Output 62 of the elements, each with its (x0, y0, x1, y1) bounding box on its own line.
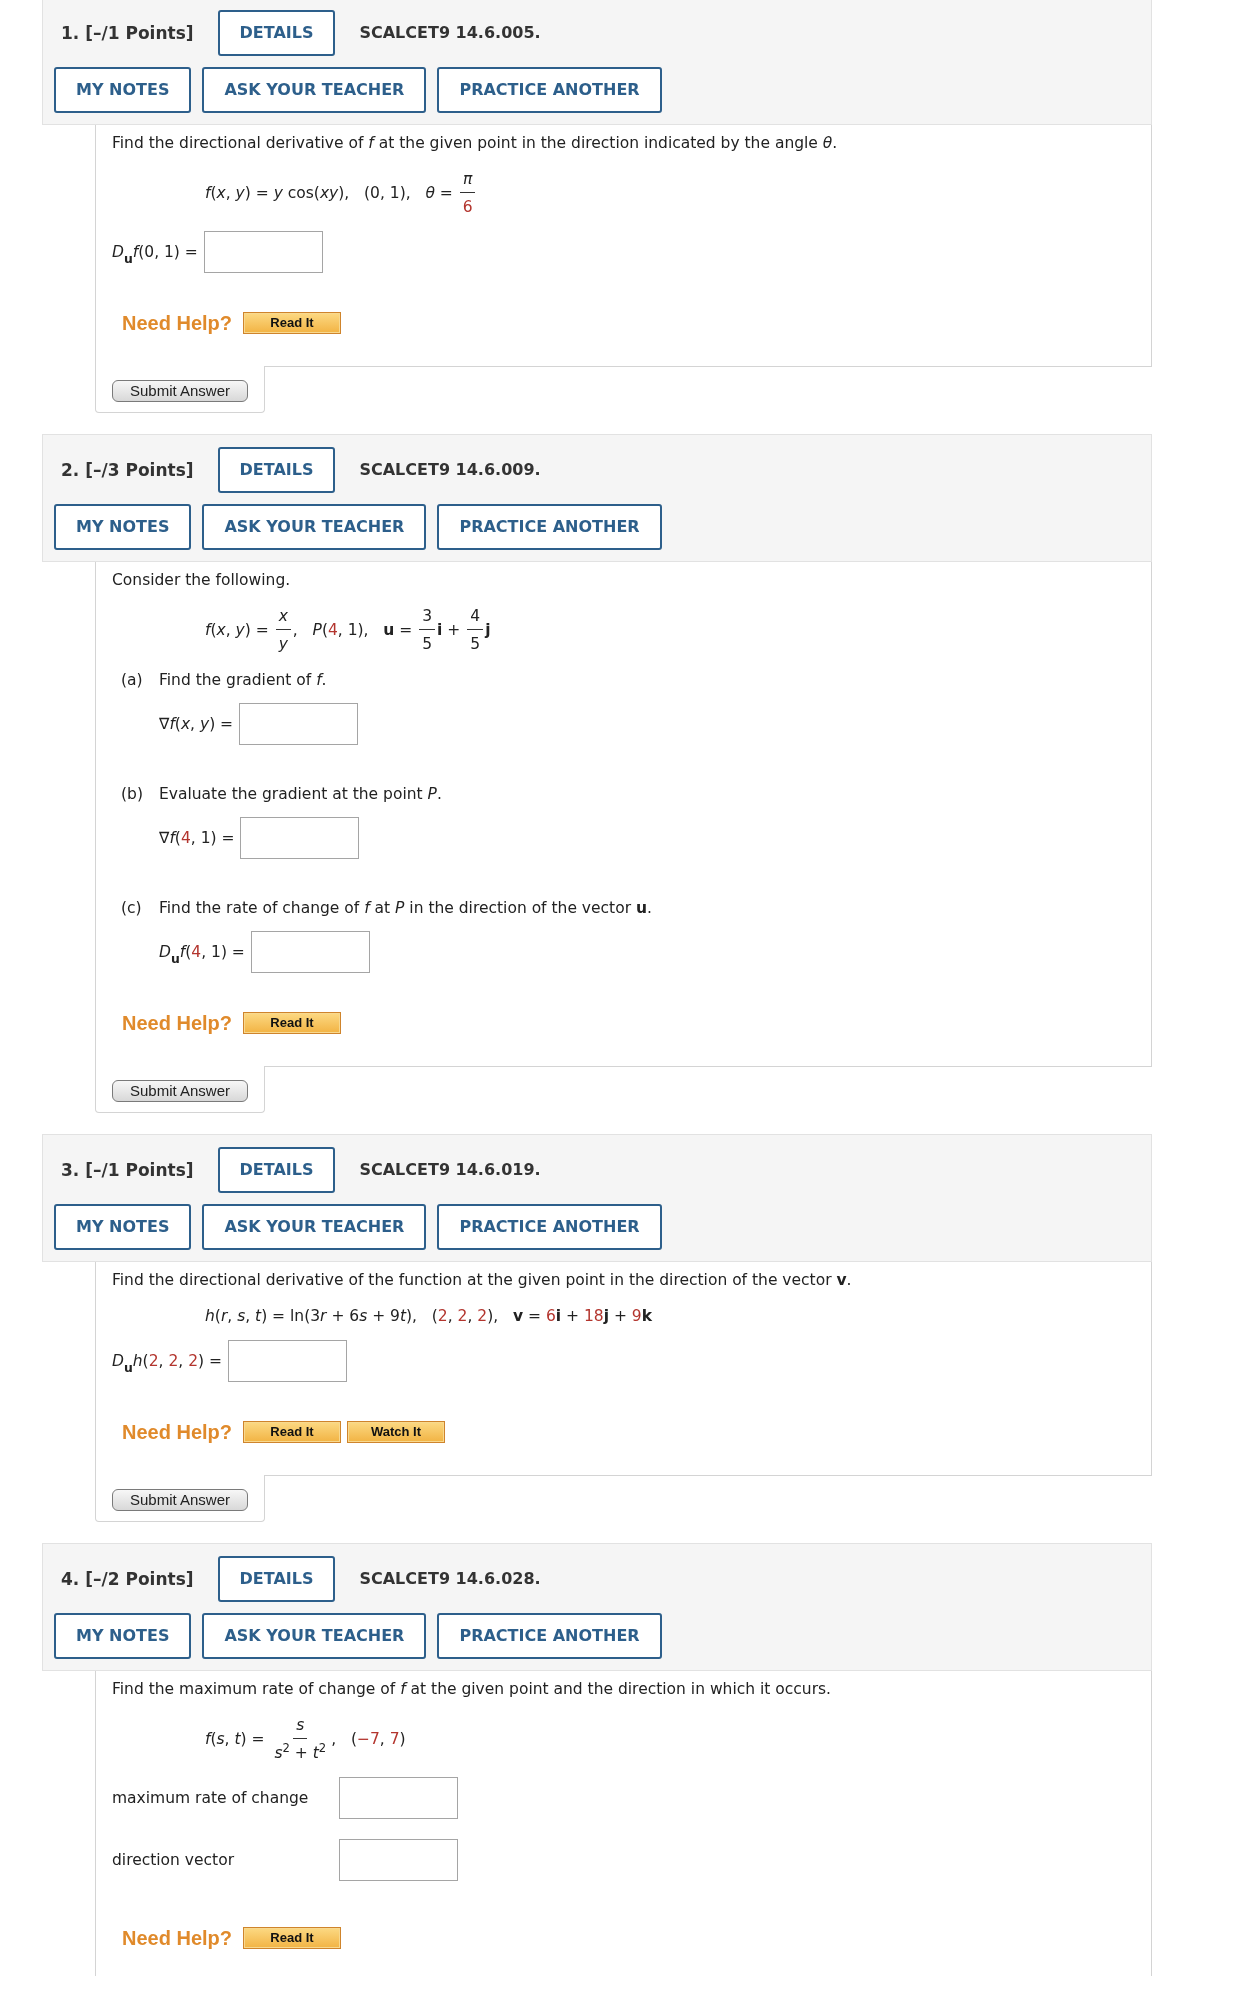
question-prompt: Find the directional derivative of f at the given point in the direction indicated by the angle θ. (112, 133, 839, 154)
answer-field[interactable] (250, 931, 370, 973)
my-notes-button[interactable]: MY NOTES (54, 1613, 192, 1659)
watch-it-button[interactable]: Watch It (347, 1421, 446, 1443)
my-notes-button[interactable]: MY NOTES (54, 67, 192, 113)
math-formula: f(s, t) = s s$^{2}$ + t$^{2}$ , (−7, 7) (204, 1714, 407, 1764)
ask-teacher-button[interactable]: ASK YOUR TEACHER (202, 1613, 427, 1659)
submit-answer-button[interactable]: Submit Answer (112, 380, 248, 402)
problem-code: SCALCET9 14.6.019. (359, 1159, 541, 1181)
problem-code: SCALCET9 14.6.009. (359, 459, 541, 481)
my-notes-button[interactable]: MY NOTES (54, 1204, 192, 1250)
problem-code: SCALCET9 14.6.005. (359, 22, 541, 44)
practice-another-button[interactable]: PRACTICE ANOTHER (437, 1613, 662, 1659)
answer-field[interactable] (203, 231, 323, 273)
details-button[interactable]: DETAILS (217, 1147, 336, 1193)
answer-field[interactable] (227, 1340, 347, 1382)
answer-label: D$_{u}$h(2, 2, 2) = (112, 1351, 222, 1372)
question-prompt: Consider the following. (112, 570, 292, 591)
need-help-label: Need Help? (122, 1011, 233, 1035)
part-letter: (c) (121, 898, 143, 919)
submit-answer-button[interactable]: Submit Answer (112, 1489, 248, 1511)
answer-label: ∇f(x, y) = (159, 714, 234, 735)
points-label: 1. [–/1 Points] (61, 22, 194, 44)
need-help-label: Need Help? (122, 1926, 233, 1950)
details-button[interactable]: DETAILS (217, 1556, 336, 1602)
part-prompt: Find the rate of change of f at P in the direction of the vector u. (159, 898, 652, 919)
ask-teacher-button[interactable]: ASK YOUR TEACHER (202, 67, 427, 113)
practice-another-button[interactable]: PRACTICE ANOTHER (437, 67, 662, 113)
need-help-label: Need Help? (122, 1420, 233, 1444)
read-it-button[interactable]: Read It (243, 1927, 342, 1949)
part-letter: (a) (121, 670, 144, 691)
my-notes-button[interactable]: MY NOTES (54, 504, 192, 550)
read-it-button[interactable]: Read It (243, 1012, 342, 1034)
details-button[interactable]: DETAILS (217, 447, 336, 493)
read-it-button[interactable]: Read It (243, 312, 342, 334)
answer-label: ∇f(4, 1) = (159, 828, 235, 849)
points-label: 2. [–/3 Points] (61, 459, 194, 481)
submit-answer-button[interactable]: Submit Answer (112, 1080, 248, 1102)
points-label: 3. [–/1 Points] (61, 1159, 194, 1181)
answer-label: maximum rate of change (112, 1788, 310, 1809)
read-it-button[interactable]: Read It (243, 1421, 342, 1443)
points-label: 4. [–/2 Points] (61, 1568, 194, 1590)
need-help-label: Need Help? (122, 311, 233, 335)
part-letter: (b) (121, 784, 144, 805)
answer-label: direction vector (112, 1850, 236, 1871)
ask-teacher-button[interactable]: ASK YOUR TEACHER (202, 504, 427, 550)
answer-field[interactable] (240, 817, 360, 859)
practice-another-button[interactable]: PRACTICE ANOTHER (437, 504, 662, 550)
answer-label: D$_{u}$f(0, 1) = (112, 242, 198, 263)
details-button[interactable]: DETAILS (217, 10, 336, 56)
problem-code: SCALCET9 14.6.028. (359, 1568, 541, 1590)
question-prompt: Find the directional derivative of the function at the given point in the direction of the vector v. (112, 1270, 853, 1291)
math-formula: h(r, s, t) = ln(3r + 6s + 9t), (2, 2, 2), v = 6i + 18j + 9k (204, 1306, 654, 1327)
ask-teacher-button[interactable]: ASK YOUR TEACHER (202, 1204, 427, 1250)
answer-label: D$_{u}$f(4, 1) = (159, 942, 245, 963)
part-prompt: Find the gradient of f. (159, 670, 327, 691)
answer-field[interactable] (339, 1777, 458, 1819)
part-prompt: Evaluate the gradient at the point P. (159, 784, 442, 805)
practice-another-button[interactable]: PRACTICE ANOTHER (437, 1204, 662, 1250)
answer-field[interactable] (339, 1839, 458, 1881)
question-prompt: Find the maximum rate of change of f at the given point and the direction in which it occurs. (112, 1679, 832, 1700)
answer-field[interactable] (239, 703, 359, 745)
